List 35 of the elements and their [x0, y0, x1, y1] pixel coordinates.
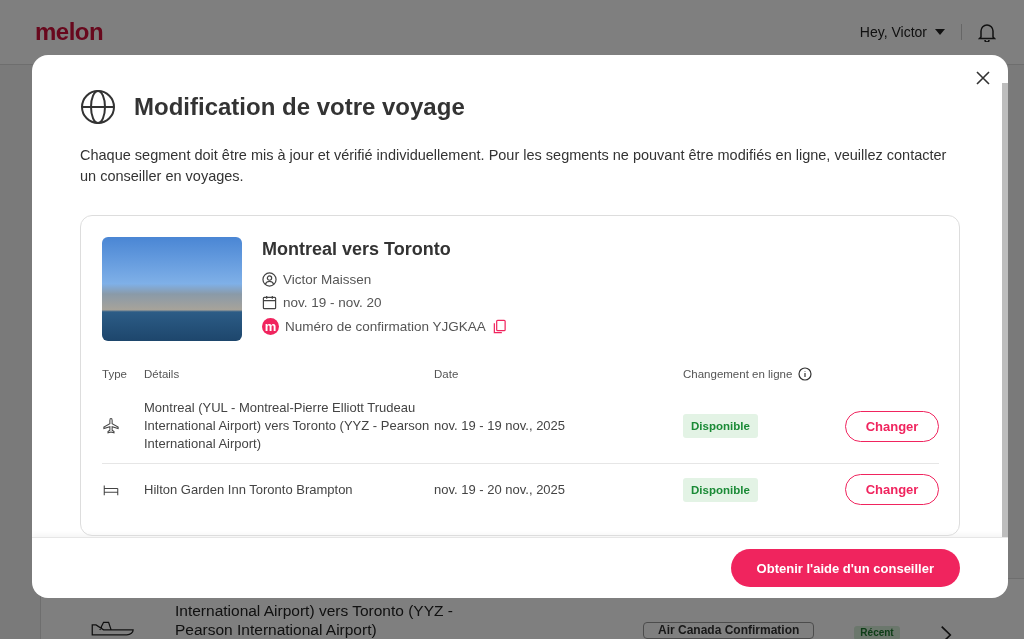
user-menu[interactable]: Hey, Victor [859, 24, 962, 40]
advisor-help-button[interactable]: Obtenir l'aide d'un conseiller [730, 549, 960, 587]
close-icon[interactable] [976, 71, 990, 85]
segment-details: Montreal (YUL - Montreal-Pierre Elliott Trudeau International Airport) vers Toronto (YYZ - Pearson International Airport) [144, 400, 430, 451]
calendar-icon [262, 295, 277, 310]
scrollbar[interactable] [1002, 83, 1008, 537]
globe-icon [80, 89, 116, 125]
status-badge: Récent [854, 626, 900, 639]
logo[interactable]: melon [35, 18, 104, 46]
modal-description: Chaque segment doit être mis à jour et vérifié individuellement. Pour les segments ne pouvant être modifiés en ligne, veuillez contacter un conseiller en voyages. [80, 146, 948, 186]
segment-details: Hilton Garden Inn Toronto Brampton [144, 481, 353, 497]
trip-title: Montreal vers Toronto [262, 239, 452, 260]
segment-date: nov. 19 - 20 nov., 2025 [434, 481, 566, 497]
segment-date: nov. 19 - 19 nov., 2025 [434, 418, 566, 433]
column-header: Détails [144, 368, 180, 380]
modal-title: Modification de votre voyage [134, 93, 465, 121]
bell-icon[interactable] [978, 22, 996, 42]
trip-dates: nov. 19 - nov. 20 [283, 295, 382, 310]
column-header: Type [102, 368, 127, 380]
brand-badge: m [262, 318, 279, 335]
copy-icon[interactable] [491, 319, 507, 334]
confirmation-tag: Air Canada Confirmation [643, 622, 815, 639]
change-button[interactable]: Changer [845, 410, 939, 442]
flight-route-text: International Airport) vers Toronto (YYZ - Pearson International Airport) [175, 601, 453, 639]
caret-icon[interactable] [935, 29, 945, 35]
info-icon[interactable] [798, 367, 813, 381]
chevron-right-icon[interactable] [939, 625, 952, 639]
confirmation-number: Numéro de confirmation YJGKAA [285, 319, 486, 334]
column-header: Date [434, 368, 459, 380]
column-header: Changement en ligne [683, 368, 793, 380]
user-icon [262, 272, 277, 287]
change-button[interactable]: Changer [845, 474, 939, 505]
status-badge: Disponible [683, 414, 758, 438]
status-badge: Disponible [683, 477, 758, 502]
traveler-name: Victor Maissen [283, 272, 372, 287]
